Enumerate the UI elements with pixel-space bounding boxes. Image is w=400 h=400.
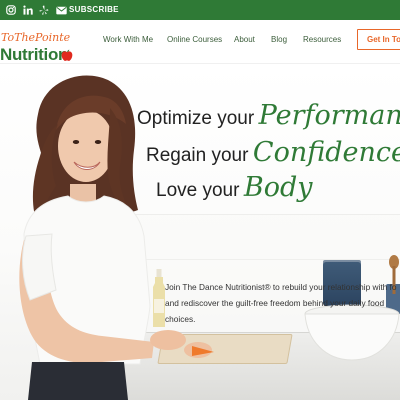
headline-line-2: Regain your Confidence (146, 137, 400, 168)
hero-description: Join The Dance Nutritionist® to rebuild … (165, 282, 397, 324)
linkedin-icon[interactable] (21, 3, 35, 17)
yelp-icon[interactable] (37, 3, 51, 17)
nav-work-with-me[interactable]: Work With Me (103, 35, 153, 44)
nav-online-courses[interactable]: Online Courses (167, 35, 222, 44)
logo-tagline: ToThePointe (1, 31, 71, 44)
subscribe-link[interactable]: SUBSCRIBE (69, 0, 119, 20)
logo-wordmark: Nutrition (0, 45, 69, 64)
instagram-icon[interactable] (4, 3, 18, 17)
headline-script-performance: Performance (258, 100, 400, 131)
top-social-bar: SUBSCRIBE (0, 0, 400, 20)
headline-line-3: Love your Body (156, 172, 313, 203)
hero-section: Optimize your Performance Regain your Co… (0, 64, 400, 400)
nav-resources[interactable]: Resources (303, 35, 341, 44)
headline-line-1: Optimize your Performance (137, 100, 400, 131)
mail-icon[interactable] (54, 3, 68, 17)
site-header: ToThePointe Nutrition Work With Me Onlin… (0, 20, 400, 64)
headline-script-confidence: Confidence (252, 137, 400, 168)
get-in-touch-button[interactable]: Get In To (357, 29, 400, 50)
nav-about[interactable]: About (234, 35, 255, 44)
headline-script-body: Body (243, 172, 313, 203)
nav-blog[interactable]: Blog (271, 35, 287, 44)
